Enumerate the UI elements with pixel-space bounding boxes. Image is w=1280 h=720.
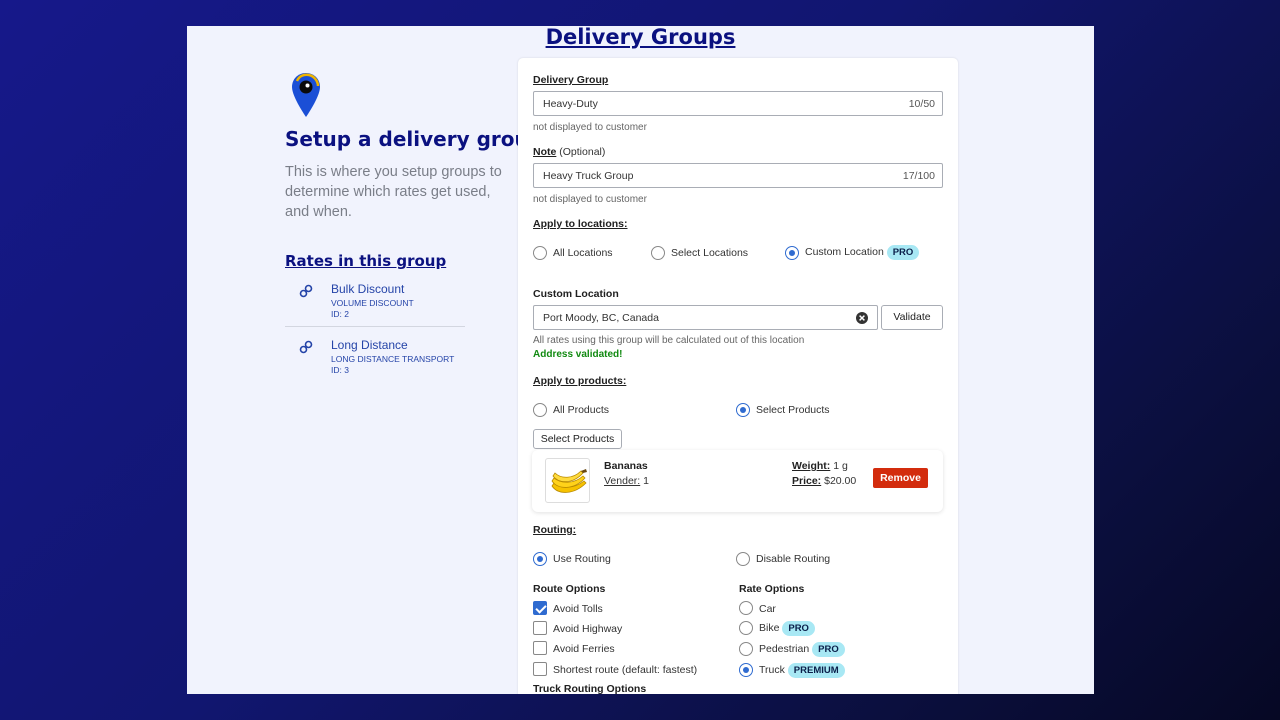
route-options-label: Route Options (533, 583, 606, 595)
product-price-label: Price: (792, 475, 822, 487)
radio-car-label: Car (759, 603, 776, 615)
radio-bike-label-row: Bike PRO (759, 621, 815, 636)
radio-all-products[interactable] (533, 403, 547, 417)
radio-pedestrian-label-row: Pedestrian PRO (759, 642, 845, 657)
checkbox-avoid-tolls[interactable] (533, 601, 547, 615)
rate-subtitle: VOLUME DISCOUNT (331, 298, 414, 308)
radio-all-locations[interactable] (533, 246, 547, 260)
note-optional: (Optional) (559, 146, 606, 158)
radio-all-products-label: All Products (553, 404, 610, 416)
checkbox-shortest-route-label: Shortest route (default: fastest) (553, 664, 698, 676)
pro-badge: PRO (812, 642, 845, 657)
radio-truck-label-row: Truck PREMIUM (759, 663, 845, 678)
radio-pedestrian-label: Pedestrian (759, 643, 810, 655)
delivery-group-hint: not displayed to customer (533, 122, 647, 133)
radio-select-locations-label: Select Locations (671, 247, 749, 259)
radio-use-routing[interactable] (533, 552, 547, 566)
address-status: Address validated! (533, 349, 623, 360)
rate-id: ID: 3 (331, 365, 349, 375)
rate-options-label: Rate Options (739, 583, 805, 595)
delivery-group-form: Delivery Group Heavy-Duty 10/50 not disp… (518, 58, 958, 694)
radio-select-locations[interactable] (651, 246, 665, 260)
product-vendor-value: 1 (643, 475, 649, 487)
product-vendor-label: Vender: (604, 475, 641, 487)
delivery-group-label: Delivery Group (533, 74, 609, 86)
custom-location-label: Custom Location (533, 288, 619, 300)
note-hint: not displayed to customer (533, 194, 647, 205)
product-vendor-row: Vender: 1 (604, 475, 649, 487)
radio-all-locations-label: All Locations (553, 247, 613, 259)
checkbox-avoid-highway-label: Avoid Highway (553, 623, 623, 635)
delivery-group-input[interactable]: Heavy-Duty 10/50 (533, 91, 943, 116)
premium-badge: PREMIUM (787, 663, 845, 678)
product-thumbnail (545, 458, 590, 503)
radio-select-products[interactable] (736, 403, 750, 417)
note-input[interactable]: Heavy Truck Group 17/100 (533, 163, 943, 188)
banana-icon (551, 469, 587, 493)
radio-car[interactable] (739, 601, 753, 615)
radio-truck[interactable] (739, 663, 753, 677)
product-weight-value: 1 g (833, 460, 848, 472)
radio-disable-routing-label: Disable Routing (756, 553, 831, 565)
product-weight-label: Weight: (792, 460, 831, 472)
routing-label: Routing: (533, 524, 577, 536)
note-counter: 17/100 (902, 170, 935, 182)
radio-disable-routing[interactable] (736, 552, 750, 566)
checkbox-avoid-highway[interactable] (533, 621, 547, 635)
radio-custom-location[interactable] (785, 246, 799, 260)
products-label: Apply to products: (533, 375, 627, 387)
product-name: Bananas (604, 460, 648, 472)
validate-button[interactable]: Validate (881, 305, 943, 330)
remove-product-button[interactable]: Remove (873, 468, 928, 488)
setup-description: This is where you setup groups to determ… (285, 164, 502, 220)
delivery-group-value: Heavy-Duty (543, 98, 598, 110)
radio-custom-location-label: Custom Location (805, 246, 884, 258)
rate-name[interactable]: Bulk Discount (331, 282, 404, 296)
rate-name[interactable]: Long Distance (331, 338, 408, 352)
checkbox-avoid-tolls-label: Avoid Tolls (553, 603, 603, 615)
clear-icon[interactable] (856, 312, 868, 324)
truck-routing-label: Truck Routing Options (533, 683, 647, 694)
rate-id: ID: 2 (331, 309, 349, 319)
radio-bike[interactable] (739, 621, 753, 635)
link-icon (299, 284, 313, 298)
map-pin-icon (292, 73, 320, 117)
locations-label: Apply to locations: (533, 218, 628, 230)
custom-location-input[interactable]: Port Moody, BC, Canada (533, 305, 878, 330)
rate-subtitle: LONG DISTANCE TRANSPORT (331, 354, 455, 364)
note-value: Heavy Truck Group (543, 170, 634, 182)
setup-heading: Setup a delivery group (285, 127, 544, 151)
app-frame: Delivery Groups Setup a delivery group T… (187, 26, 1094, 694)
product-weight-row: Weight: 1 g (792, 460, 848, 472)
checkbox-avoid-ferries[interactable] (533, 641, 547, 655)
note-label-row: Note (Optional) (533, 146, 605, 158)
delivery-group-counter: 10/50 (908, 98, 935, 110)
radio-custom-location-label-row: Custom Location PRO (805, 245, 920, 260)
custom-location-hint: All rates using this group will be calcu… (533, 335, 805, 346)
radio-use-routing-label: Use Routing (553, 553, 611, 565)
link-icon (299, 340, 313, 354)
radio-bike-label: Bike (759, 622, 780, 634)
radio-select-products-label: Select Products (756, 404, 830, 416)
radio-pedestrian[interactable] (739, 642, 753, 656)
checkbox-avoid-ferries-label: Avoid Ferries (553, 643, 615, 655)
rates-heading[interactable]: Rates in this group (285, 252, 446, 270)
page-title: Delivery Groups (545, 26, 736, 49)
checkbox-shortest-route[interactable] (533, 662, 547, 676)
pro-badge: PRO (782, 621, 815, 636)
note-label: Note (533, 146, 557, 158)
custom-location-value: Port Moody, BC, Canada (543, 312, 659, 324)
product-card: Bananas Vender: 1 Weight: 1 g Price: $20… (532, 450, 943, 512)
rate-divider (285, 326, 465, 327)
product-price-row: Price: $20.00 (792, 475, 856, 487)
select-products-button[interactable]: Select Products (533, 429, 622, 449)
pro-badge: PRO (886, 245, 920, 260)
product-price-value: $20.00 (824, 475, 857, 487)
radio-truck-label: Truck (759, 664, 785, 676)
